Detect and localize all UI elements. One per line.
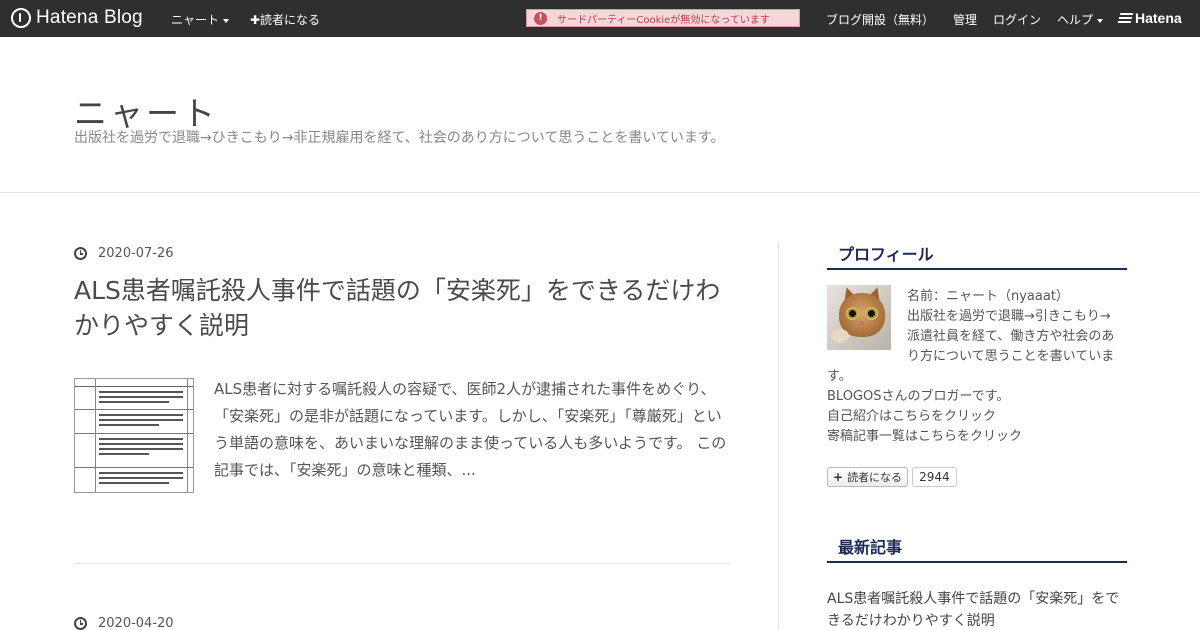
login-link[interactable]: ログイン: [993, 11, 1041, 28]
hatena-brand-icon: [1117, 13, 1134, 23]
entry-summary: ALS患者に対する嘱託殺人の容疑で、医師2人が逮捕された事件をめぐり、「安楽死」…: [214, 380, 727, 479]
entry-date-text[interactable]: 2020-07-26: [98, 246, 174, 261]
reader-subscribe-widget: + 読者になる 2944: [827, 467, 957, 487]
recent-entry-link[interactable]: ALS患者嘱託殺人事件で話題の「安楽死」をできるだけわかりやすく説明: [827, 588, 1127, 630]
cookie-warning-banner[interactable]: ! サードパーティーCookieが無効になっています: [526, 9, 800, 27]
chevron-down-icon: [1097, 18, 1104, 23]
entry-date: 2020-07-26: [74, 246, 174, 261]
thumbnail-table-rule: [95, 379, 96, 492]
admin-link[interactable]: 管理: [953, 11, 977, 28]
profile-blogos-line: BLOGOSさんのブロガーです。: [827, 389, 1010, 404]
profile-module-title: プロフィール: [827, 241, 1127, 270]
thumbnail-text-line: [99, 424, 159, 426]
entry-title[interactable]: ALS患者嘱託殺人事件で話題の「安楽死」をできるだけわかりやすく説明: [74, 273, 730, 343]
open-blog-link[interactable]: ブログ開設（無料）: [826, 11, 934, 28]
profile-bio-line: す。: [827, 369, 852, 384]
thumbnail-table-rule: [75, 433, 193, 434]
plus-icon: +: [833, 470, 844, 484]
entry-divider: [74, 563, 730, 564]
profile-intro-link[interactable]: 自己紹介はこちらをクリック: [827, 407, 1127, 427]
profile-name: 名前：ニャート（nyaaat）: [907, 289, 1069, 304]
thumbnail-text-line: [99, 391, 183, 393]
warning-icon: !: [534, 11, 547, 25]
thumbnail-text-line: [99, 414, 183, 416]
chevron-down-icon: [223, 18, 230, 23]
column-divider: [778, 241, 779, 630]
thumbnail-text-line: [99, 448, 183, 450]
blog-header: ニャート 出版社を過労で退職→ひきこもり→非正規雇用を経て、社会のあり方について…: [0, 37, 1200, 193]
profile-text: 名前：ニャート（nyaaat） 出版社を過労で退職→引きこもり→ 派遣社員を経て…: [827, 287, 1127, 447]
recent-entries-title: 最新記事: [827, 534, 1127, 563]
thumbnail-table-rule: [75, 409, 193, 410]
blog-menu-dropdown[interactable]: ニャート: [171, 11, 230, 28]
thumbnail-text-line: [99, 472, 183, 474]
hatena-logo-icon: [11, 8, 31, 28]
blog-description: 出版社を過労で退職→ひきこもり→非正規雇用を経て、社会のあり方について思うことを…: [74, 130, 725, 146]
clock-icon: [74, 617, 87, 630]
help-label: ヘルプ: [1057, 13, 1094, 27]
thumbnail-text-line: [99, 396, 183, 398]
thumbnail-text-line: [99, 401, 169, 403]
thumbnail-text-line: [99, 419, 183, 421]
thumbnail-text-line: [99, 482, 169, 484]
subscribe-button[interactable]: + 読者になる: [827, 467, 909, 487]
profile-bio-line: 派遣社員を経て、働き方や社会のあ: [907, 329, 1115, 344]
thumbnail-text-line: [99, 443, 183, 445]
reader-count[interactable]: 2944: [912, 467, 957, 487]
hatena-brand-link[interactable]: Hatena: [1117, 10, 1182, 26]
global-header-bar: Hatena Blog ニャート ✚読者になる ! サードパーティーCookie…: [0, 0, 1200, 37]
subscribe-button-label: 読者になる: [847, 471, 903, 484]
cookie-warning-text: サードパーティーCookieが無効になっています: [557, 14, 770, 26]
subscribe-link[interactable]: ✚読者になる: [250, 11, 320, 28]
hatena-blog-logo[interactable]: Hatena Blog: [11, 7, 143, 29]
entry-thumbnail[interactable]: [74, 378, 194, 493]
thumbnail-table-rule: [75, 467, 193, 468]
entry-date: 2020-04-20: [74, 616, 174, 630]
profile-contrib-link[interactable]: 寄稿記事一覧はこちらをクリック: [827, 427, 1127, 447]
logo-text: Hatena Blog: [36, 7, 143, 28]
hatena-brand-text: Hatena: [1135, 10, 1182, 26]
thumbnail-table-header: [75, 379, 193, 387]
blog-menu-label: ニャート: [171, 13, 220, 27]
thumbnail-text-line: [99, 438, 183, 440]
thumbnail-text-line: [99, 453, 149, 455]
entry-date-text[interactable]: 2020-04-20: [98, 616, 174, 630]
thumbnail-text-line: [99, 477, 183, 479]
profile-bio-line: 出版社を過労で退職→引きこもり→: [907, 309, 1111, 324]
clock-icon: [74, 247, 87, 260]
help-dropdown[interactable]: ヘルプ: [1057, 11, 1104, 28]
profile-bio-line: り方について思うことを書いていま: [907, 349, 1115, 364]
thumbnail-table-rule: [187, 379, 188, 492]
